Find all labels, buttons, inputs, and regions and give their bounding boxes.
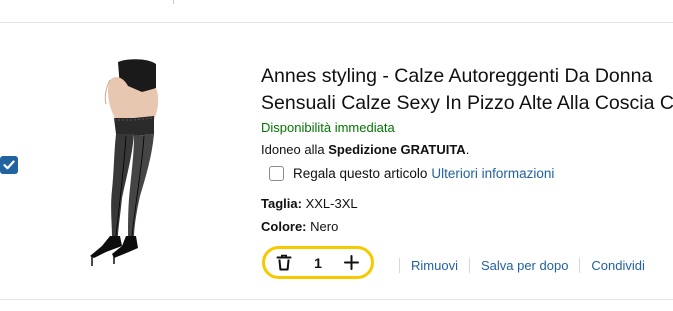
action-separator xyxy=(399,257,400,273)
size-label: Taglia: xyxy=(261,196,302,211)
product-title-line-2[interactable]: Sensuali Calze Sexy In Pizzo Alte Alla C… xyxy=(261,90,673,117)
item-select-checkbox[interactable] xyxy=(0,156,18,174)
product-image[interactable] xyxy=(80,58,170,268)
share-link[interactable]: Condividi xyxy=(591,258,644,273)
checkmark-icon xyxy=(3,160,15,170)
trash-icon xyxy=(276,254,292,271)
gift-more-info-link[interactable]: Ulteriori informazioni xyxy=(431,166,554,181)
product-title[interactable]: Annes styling - Calze Autoreggenti Da Do… xyxy=(261,63,673,117)
shipping-suffix: . xyxy=(465,142,470,157)
divider-bottom xyxy=(0,299,673,300)
action-separator xyxy=(579,257,581,273)
product-title-line-1[interactable]: Annes styling - Calze Autoreggenti Da Do… xyxy=(261,63,673,90)
top-separator-tick xyxy=(173,0,174,4)
shipping-free-label: Spedizione GRATUITA xyxy=(328,142,466,157)
action-separator xyxy=(468,257,470,273)
item-actions: Rimuovi Salva per dopo Condividi xyxy=(388,256,645,274)
divider-top xyxy=(0,22,673,23)
save-for-later-link[interactable]: Salva per dopo xyxy=(481,258,568,273)
shipping-eligibility: Idoneo alla Spedizione GRATUITA. xyxy=(261,142,469,157)
color-label: Colore: xyxy=(261,219,307,234)
gift-label[interactable]: Regala questo articolo xyxy=(293,166,427,181)
plus-icon xyxy=(344,255,360,270)
size-attribute: Taglia: XXL-3XL xyxy=(261,196,358,211)
remove-link[interactable]: Rimuovi xyxy=(411,258,458,273)
availability-status: Disponibilità immediata xyxy=(261,120,395,135)
quantity-value: 1 xyxy=(314,254,322,271)
size-value: XXL-3XL xyxy=(305,196,358,211)
color-value: Nero xyxy=(310,219,339,234)
increase-quantity-button[interactable] xyxy=(342,253,362,273)
shipping-prefix: Idoneo alla xyxy=(261,142,329,157)
quantity-stepper: 1 xyxy=(262,246,374,279)
gift-checkbox[interactable] xyxy=(269,165,284,181)
gift-option: Regala questo articolo Ulteriori informa… xyxy=(269,163,554,183)
color-attribute: Colore: Nero xyxy=(261,219,338,234)
delete-item-button[interactable] xyxy=(274,253,294,273)
